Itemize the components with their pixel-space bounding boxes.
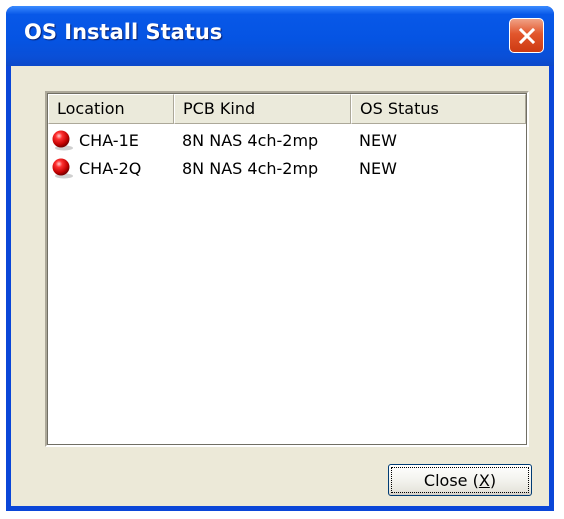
column-header-os-status[interactable]: OS Status [351,94,526,124]
dialog-client-area: Location PCB Kind OS Status CHA-1E 8N NA… [11,66,549,506]
location-cell: CHA-2Q [48,157,174,179]
list-header: Location PCB Kind OS Status [48,94,526,124]
red-ball-icon [52,158,73,179]
os-status-cell: NEW [359,130,397,150]
column-header-location[interactable]: Location [48,94,174,124]
red-ball-icon [52,130,73,151]
close-label-accelerator: X [478,470,490,490]
dialog-window: OS Install Status Location PCB Kind OS S… [6,6,554,511]
close-button-label: Close (X) [391,467,529,493]
location-text: CHA-2Q [79,158,142,178]
list-row[interactable]: CHA-2Q 8N NAS 4ch-2mp NEW [48,154,526,182]
column-header-pcb-kind[interactable]: PCB Kind [174,94,351,124]
close-button[interactable]: Close (X) [388,464,532,496]
list-body: CHA-1E 8N NAS 4ch-2mp NEW CHA-2Q 8N NAS … [48,126,526,182]
title-close-button[interactable] [509,18,544,53]
pcb-kind-cell: 8N NAS 4ch-2mp [182,158,319,178]
list-row[interactable]: CHA-1E 8N NAS 4ch-2mp NEW [48,126,526,154]
title-bar[interactable]: OS Install Status [6,6,554,66]
pcb-kind-cell: 8N NAS 4ch-2mp [182,130,319,150]
close-label-suffix: ) [489,470,497,490]
os-status-cell: NEW [359,158,397,178]
window-title: OS Install Status [24,20,223,44]
status-list-view[interactable]: Location PCB Kind OS Status CHA-1E 8N NA… [45,91,529,447]
close-x-icon [518,27,535,44]
location-text: CHA-1E [79,130,139,150]
location-cell: CHA-1E [48,129,174,151]
close-label-prefix: Close ( [423,470,479,490]
